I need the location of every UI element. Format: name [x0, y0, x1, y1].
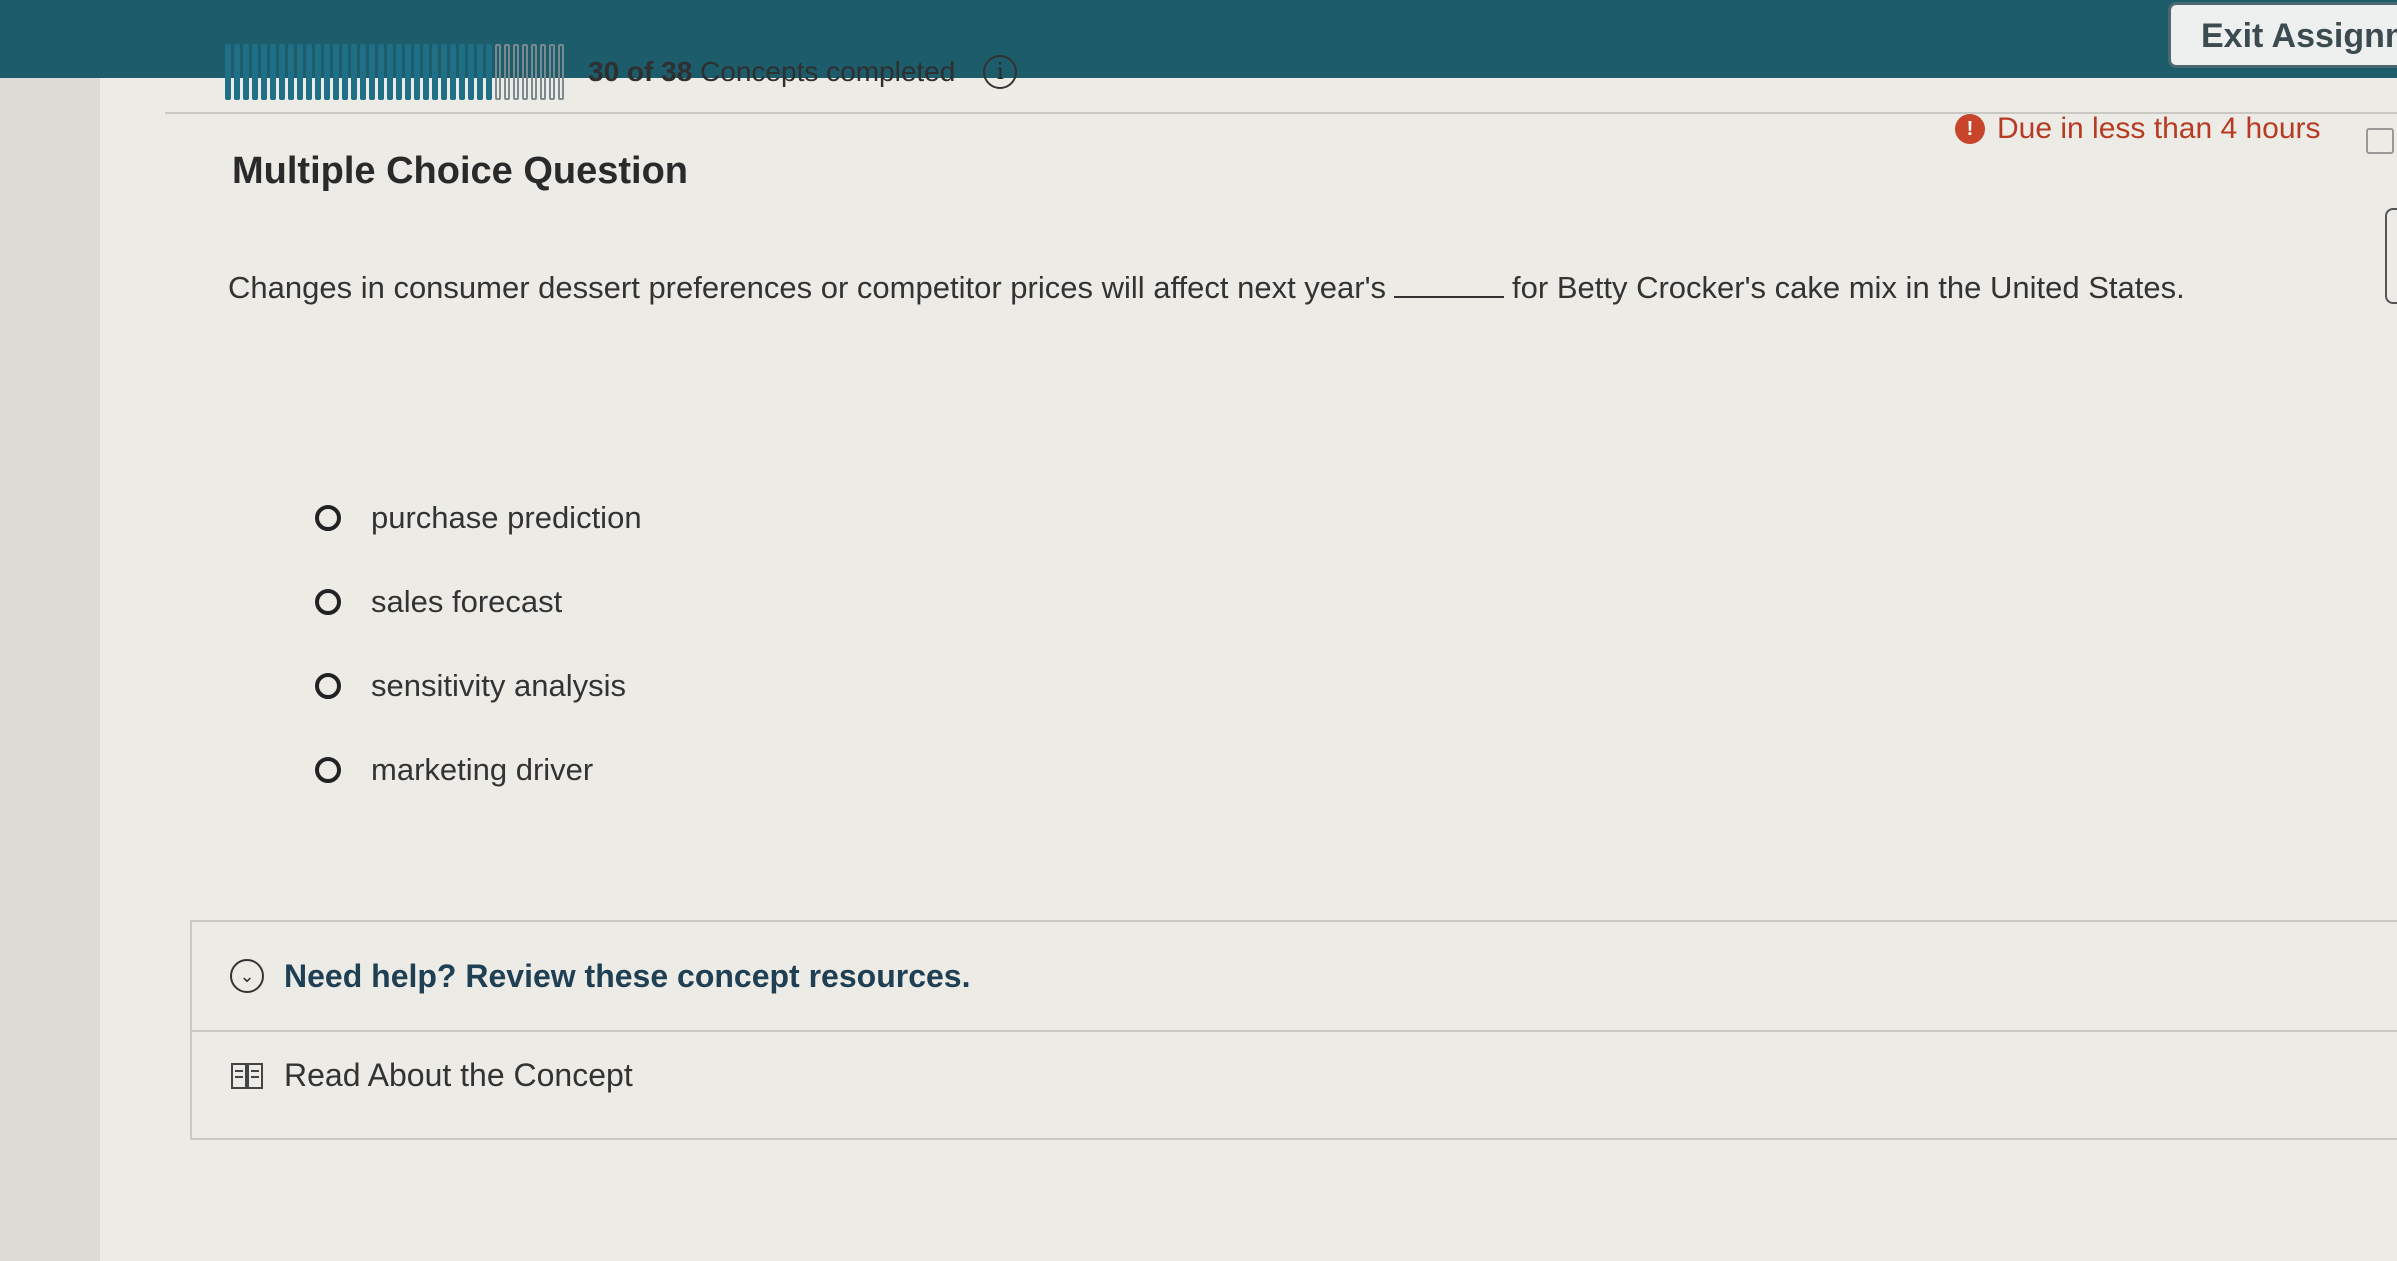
progress-segment	[351, 44, 357, 100]
progress-segment	[459, 44, 465, 100]
progress-segment	[243, 44, 249, 100]
read-about-label: Read About the Concept	[284, 1057, 633, 1093]
concept-resources-panel: ⌄ Need help? Review these concept resour…	[190, 920, 2397, 1140]
help-toggle[interactable]: ⌄ Need help? Review these concept resour…	[192, 922, 2397, 1032]
progress-segment	[315, 44, 321, 100]
chevron-down-icon[interactable]: ⌄	[230, 959, 264, 993]
progress-indicator: 30 of 38 Concepts completed i	[225, 42, 1018, 102]
book-icon	[231, 1062, 263, 1089]
progress-segment	[522, 44, 528, 100]
radio-button[interactable]	[315, 673, 341, 699]
progress-suffix: Concepts completed	[700, 56, 956, 87]
due-notice: ! Due in less than 4 hours	[1955, 112, 2321, 146]
progress-segment	[261, 44, 267, 100]
progress-segment	[306, 44, 312, 100]
progress-segment	[342, 44, 348, 100]
progress-segment	[450, 44, 456, 100]
due-text: Due in less than 4 hours	[1997, 112, 2321, 145]
progress-segment	[378, 44, 384, 100]
radio-button[interactable]	[315, 589, 341, 615]
progress-segment	[369, 44, 375, 100]
progress-segment	[252, 44, 258, 100]
alert-icon: !	[1955, 114, 1985, 144]
option-sensitivity-analysis[interactable]: sensitivity analysis	[315, 644, 642, 728]
progress-segment	[270, 44, 276, 100]
progress-segment	[531, 44, 537, 100]
option-label: sales forecast	[371, 584, 563, 619]
answer-blank	[1394, 272, 1505, 298]
progress-segment	[495, 44, 501, 100]
option-sales-forecast[interactable]: sales forecast	[315, 560, 642, 644]
progress-bar	[225, 44, 564, 100]
progress-segment	[333, 44, 339, 100]
question-type-title: Multiple Choice Question	[232, 150, 689, 192]
progress-segment	[486, 44, 492, 100]
help-title: Need help? Review these concept resource…	[284, 957, 971, 994]
radio-button[interactable]	[315, 505, 341, 531]
progress-segment	[297, 44, 303, 100]
progress-segment	[477, 44, 483, 100]
progress-segment	[549, 44, 555, 100]
progress-segment	[360, 44, 366, 100]
question-stem: Changes in consumer dessert preferences …	[228, 270, 2185, 306]
option-label: marketing driver	[371, 752, 594, 787]
progress-segment	[432, 44, 438, 100]
progress-segment	[504, 44, 510, 100]
progress-segment	[387, 44, 393, 100]
progress-segment	[396, 44, 402, 100]
stem-after: for Betty Crocker's cake mix in the Unit…	[1512, 270, 2185, 305]
progress-segment	[414, 44, 420, 100]
progress-segment	[405, 44, 411, 100]
stem-before: Changes in consumer dessert preferences …	[228, 270, 1387, 305]
read-about-concept-link[interactable]: Read About the Concept	[230, 1057, 633, 1094]
progress-text: 30 of 38 Concepts completed	[588, 56, 955, 88]
option-label: purchase prediction	[371, 500, 642, 535]
option-label: sensitivity analysis	[371, 668, 626, 703]
progress-segment	[540, 44, 546, 100]
progress-segment	[558, 44, 564, 100]
progress-segment	[234, 44, 240, 100]
option-marketing-driver[interactable]: marketing driver	[315, 728, 642, 812]
left-gutter	[0, 0, 100, 1261]
radio-button[interactable]	[315, 757, 341, 783]
progress-segment	[288, 44, 294, 100]
progress-segment	[513, 44, 519, 100]
option-purchase-prediction[interactable]: purchase prediction	[315, 476, 642, 560]
info-icon[interactable]: i	[983, 55, 1018, 89]
progress-segment	[225, 44, 231, 100]
answer-options: purchase prediction sales forecast sensi…	[315, 476, 642, 812]
side-panel-tab[interactable]	[2385, 208, 2397, 304]
progress-segment	[324, 44, 330, 100]
progress-count: 30 of 38	[588, 56, 693, 87]
progress-segment	[468, 44, 474, 100]
exit-assignment-button[interactable]: Exit Assignme	[2168, 2, 2397, 68]
progress-segment	[423, 44, 429, 100]
progress-segment	[441, 44, 447, 100]
progress-segment	[279, 44, 285, 100]
calendar-icon[interactable]	[2366, 128, 2394, 154]
